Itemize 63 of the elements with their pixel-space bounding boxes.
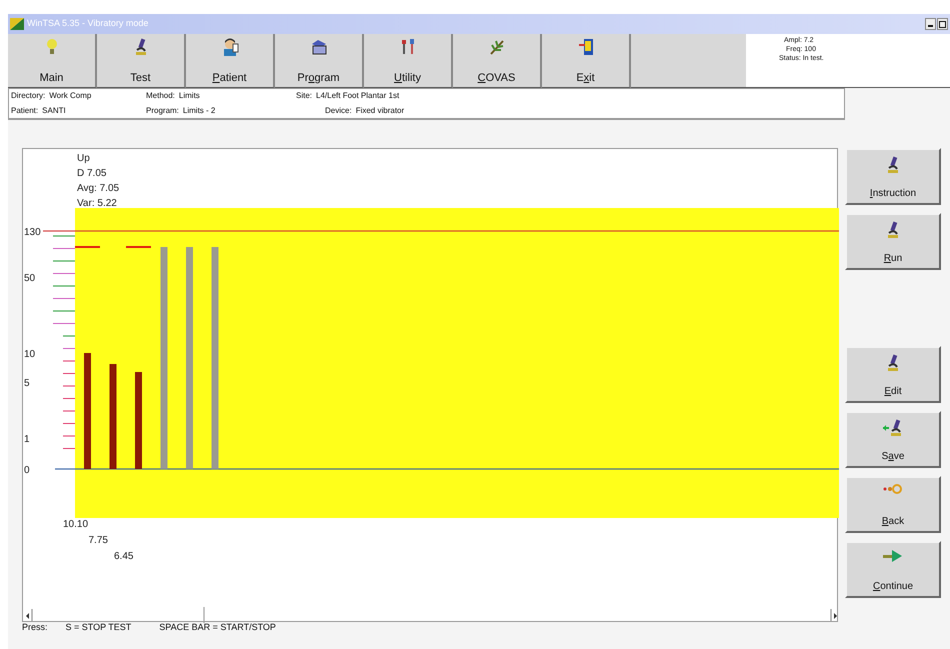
info-label: Method:	[146, 90, 175, 102]
minimize-button[interactable]	[925, 18, 936, 30]
value-label: 10.10	[63, 519, 88, 530]
info-value: Limits - 2	[182, 104, 216, 117]
toolbar-button[interactable]: COVAS	[453, 34, 542, 88]
window-title: WinTSA 5.35 - Vibratory mode	[27, 17, 148, 30]
microscope-icon	[134, 38, 148, 56]
arrow-right-icon	[882, 549, 904, 563]
plant-icon	[488, 38, 506, 56]
stat-text: D 7.05	[77, 168, 106, 179]
side-button[interactable]: Run	[845, 213, 941, 270]
key-hint: Press:	[22, 621, 48, 634]
stat-text: Var: 5.22	[77, 198, 117, 209]
side-button[interactable]: Instruction	[845, 148, 941, 205]
microscope-icon	[886, 221, 900, 239]
minimize-icon	[928, 25, 933, 27]
info-value: Work Comp	[49, 90, 92, 102]
side-button[interactable]: Back	[845, 476, 941, 533]
info-value: Fixed vibrator	[356, 104, 404, 117]
info-label: Program:	[146, 104, 179, 117]
side-button[interactable]: Edit	[845, 346, 941, 403]
folder-icon	[310, 38, 328, 56]
axis-label: 0	[24, 465, 30, 476]
scroll-left-arrow[interactable]	[26, 608, 32, 622]
key-hint: SPACE BAR = START/STOP	[159, 621, 276, 634]
value-label: 6.45	[114, 551, 134, 562]
toolbar-button[interactable]: Exit	[542, 34, 631, 88]
toolbar-button[interactable]: Utility	[364, 34, 453, 88]
info-value: Limits	[178, 90, 200, 102]
toolbar-button[interactable]: Program	[275, 34, 364, 88]
key-hint: S = STOP TEST	[66, 621, 132, 634]
value-label: 7.75	[88, 535, 108, 546]
axis-label: 5	[24, 378, 30, 389]
scroll-right-arrow[interactable]	[830, 608, 837, 622]
maximize-icon	[939, 20, 946, 28]
microscope-icon	[886, 156, 900, 174]
toolbar-button[interactable]: Patient	[186, 34, 275, 88]
tools-icon	[400, 38, 416, 56]
info-label: Device:	[325, 104, 352, 117]
info-value: L4/Left Foot Plantar 1st	[316, 90, 400, 102]
dots-ring-icon	[882, 484, 904, 494]
info-label: Directory:	[11, 90, 46, 102]
axis-label: 1	[24, 434, 30, 445]
axis-label: 50	[24, 273, 36, 284]
door-icon	[578, 38, 594, 56]
axis-label: 130	[24, 227, 41, 238]
toolbar-button[interactable]: Main	[8, 34, 97, 88]
microscope-icon	[886, 354, 900, 372]
info-value: SANTI	[42, 104, 66, 117]
side-button[interactable]: Save	[845, 411, 941, 468]
app-logo-icon	[10, 18, 24, 30]
side-button[interactable]: Continue	[845, 541, 941, 598]
stat-text: Up	[77, 153, 90, 164]
lightbulb-icon	[46, 38, 58, 56]
limit-mark	[126, 246, 151, 248]
limit-mark	[75, 246, 100, 248]
toolbar-button[interactable]: Test	[97, 34, 186, 88]
maximize-button[interactable]	[937, 18, 948, 30]
axis-label: 10	[24, 349, 36, 360]
info-label: Patient:	[11, 104, 38, 117]
stat-text: Avg: 7.05	[77, 183, 120, 194]
info-label: Site:	[296, 90, 312, 102]
save-microscope-icon	[882, 419, 904, 437]
